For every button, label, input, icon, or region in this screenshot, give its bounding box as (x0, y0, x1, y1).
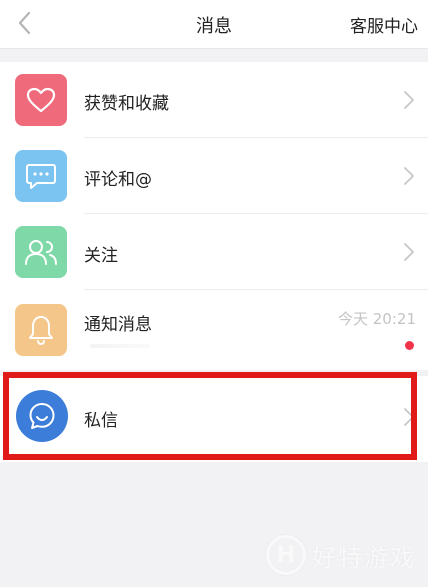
list-item-notifications[interactable]: 通知消息 今天 20:21 (0, 290, 428, 370)
watermark: H 好特游戏 (266, 535, 416, 575)
list-item-comments-mentions[interactable]: 评论和@ (0, 138, 428, 214)
bell-icon (15, 304, 67, 356)
list-item-follows[interactable]: 关注 (0, 214, 428, 290)
header-bar: 消息 客服中心 (0, 0, 428, 49)
customer-service-link[interactable]: 客服中心 (350, 12, 418, 37)
watermark-logo-icon: H (266, 535, 306, 575)
timestamp: 今天 20:21 (338, 310, 416, 328)
chevron-right-icon (404, 91, 414, 109)
unread-badge (405, 341, 414, 350)
chevron-right-icon (404, 243, 414, 261)
item-label: 评论和@ (84, 170, 152, 190)
heart-icon (15, 74, 67, 126)
item-label: 关注 (84, 246, 118, 266)
message-list: 获赞和收藏 评论和@ 关注 通知消息 今天 20:21 (0, 62, 428, 370)
list-item-likes-favorites[interactable]: 获赞和收藏 (0, 62, 428, 138)
chat-bubble-icon (15, 150, 67, 202)
message-preview-placeholder (90, 344, 150, 348)
users-icon (15, 226, 67, 278)
chevron-right-icon (404, 167, 414, 185)
watermark-text: 好特游戏 (312, 543, 416, 572)
item-label: 获赞和收藏 (84, 94, 169, 114)
highlight-box (3, 372, 417, 460)
item-label: 通知消息 (84, 315, 152, 335)
